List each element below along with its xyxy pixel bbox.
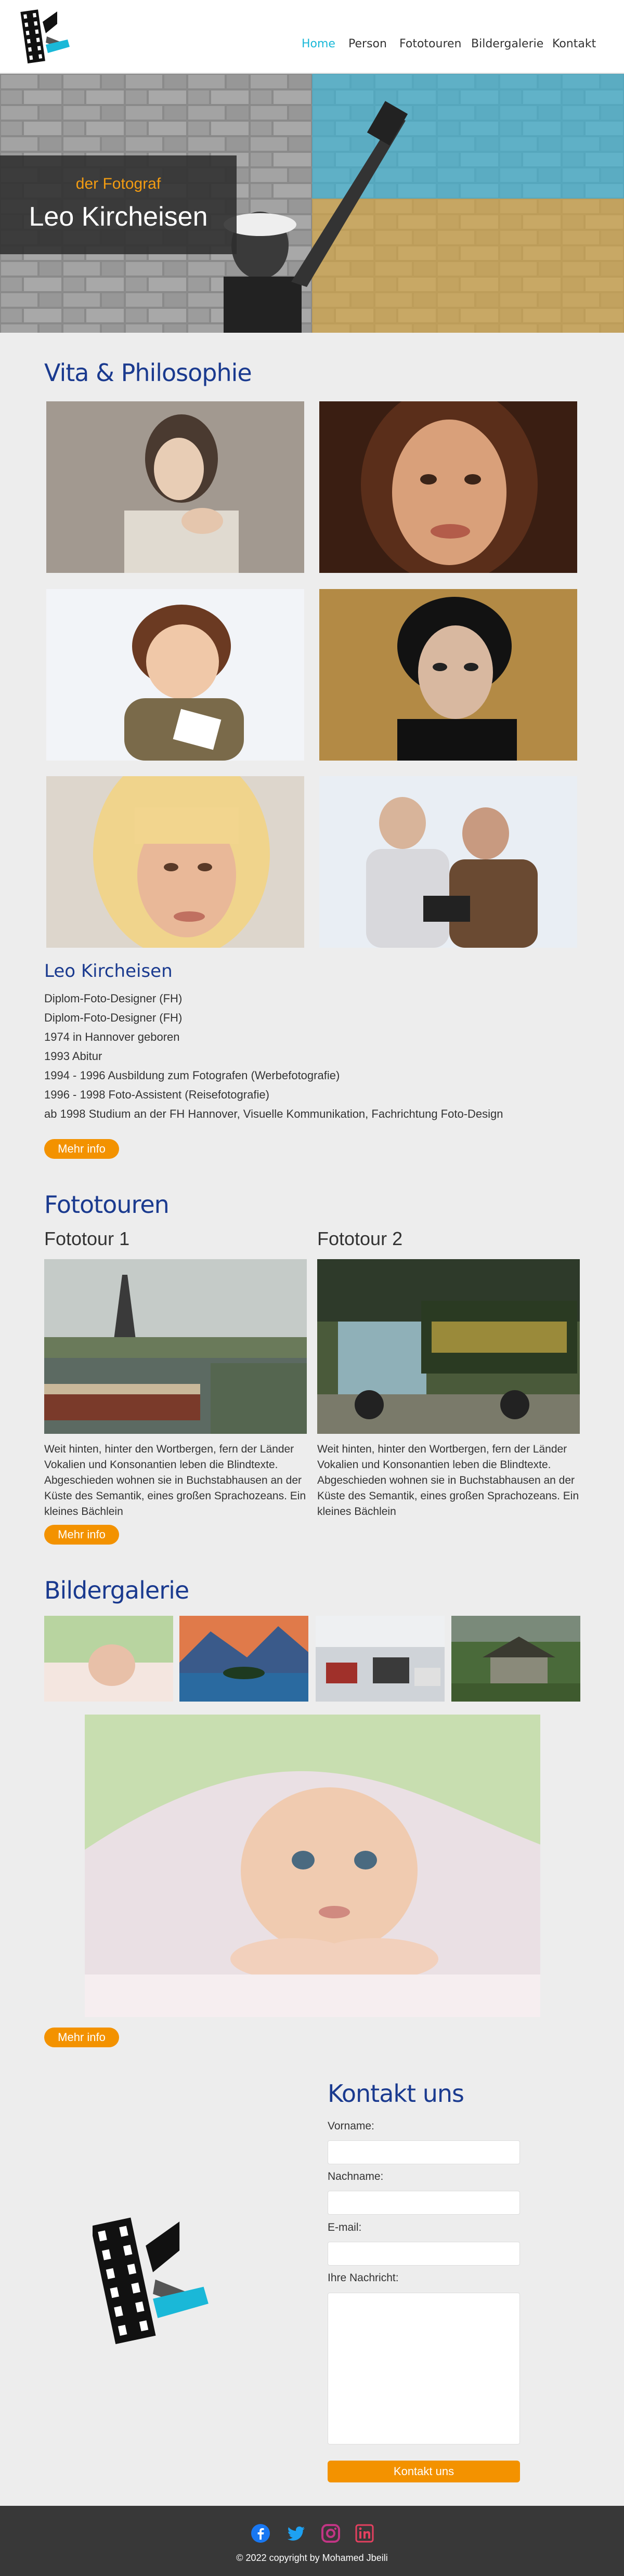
gallery-thumb-3[interactable] (316, 1616, 445, 1702)
vita-photo-1 (46, 401, 304, 573)
nav-home[interactable]: Home (302, 37, 335, 50)
gallery-thumb-1[interactable] (44, 1616, 173, 1702)
firstname-field[interactable] (328, 2140, 520, 2164)
tour-2-photo[interactable] (317, 1259, 580, 1434)
twitter-icon[interactable] (287, 2524, 306, 2543)
hero-subtitle: der Fotograf (75, 175, 161, 192)
vita-photo-6 (319, 776, 577, 948)
bio-line: 1993 Abitur (44, 1050, 102, 1063)
bio-line: ab 1998 Studium an der FH Hannover, Visu… (44, 1107, 503, 1120)
nav-person[interactable]: Person (348, 37, 387, 50)
vita-heading: Vita & Philosophie (44, 359, 252, 387)
message-label: Ihre Nachricht: (328, 2272, 399, 2284)
contact-heading: Kontakt uns (328, 2080, 464, 2108)
tour-2-title: Fototour 2 (317, 1228, 403, 1249)
bio-list: Diplom-Foto-Designer (FH) Diplom-Foto-De… (44, 989, 512, 1123)
tour-1-title: Fototour 1 (44, 1228, 130, 1249)
vita-photo-5 (46, 776, 304, 948)
hero-title: Leo Kircheisen (29, 202, 208, 232)
lastname-field[interactable] (328, 2191, 520, 2215)
tour-1-text: Weit hinten, hinter den Wortbergen, fern… (44, 1443, 306, 1518)
instagram-icon[interactable] (321, 2524, 340, 2543)
copyright-text: © 2022 copyright by Mohamed Jbeili (236, 2553, 388, 2563)
nav-bildergalerie[interactable]: Bildergalerie (471, 37, 543, 50)
tours-heading: Fototouren (44, 1191, 170, 1219)
vita-photo-3 (46, 589, 304, 761)
bio-line: 1994 - 1996 Ausbildung zum Fotografen (W… (44, 1069, 340, 1082)
bio-line: 1996 - 1998 Foto-Assistent (Reisefotogra… (44, 1088, 269, 1101)
facebook-icon[interactable] (251, 2524, 270, 2543)
firstname-label: Vorname: (328, 2120, 374, 2132)
tour-1-photo[interactable] (44, 1259, 307, 1434)
hero-banner: der Fotograf Leo Kircheisen (0, 74, 624, 333)
gallery-thumb-2[interactable] (179, 1616, 308, 1702)
message-textarea[interactable] (328, 2293, 520, 2444)
vita-photo-4 (319, 589, 577, 761)
gallery-featured-photo[interactable] (85, 1715, 540, 2017)
lastname-label: Nachname: (328, 2170, 384, 2182)
site-footer: © 2022 copyright by Mohamed Jbeili (0, 2506, 624, 2576)
tours-more-button[interactable]: Mehr info (44, 1525, 119, 1545)
contact-submit-button[interactable]: Kontakt uns (328, 2461, 520, 2482)
email-label: E-mail: (328, 2221, 362, 2233)
bio-line: 1974 in Hannover geboren (44, 1030, 180, 1043)
bio-line: Diplom-Foto-Designer (FH) (44, 992, 183, 1005)
photographer-name: Leo Kircheisen (44, 961, 173, 982)
gallery-more-button[interactable]: Mehr info (44, 2028, 119, 2047)
gallery-heading: Bildergalerie (44, 1576, 189, 1604)
vita-photo-2 (319, 401, 577, 573)
hero-caption: der Fotograf Leo Kircheisen (0, 155, 237, 254)
email-field[interactable] (328, 2242, 520, 2266)
tour-2-text: Weit hinten, hinter den Wortbergen, fern… (317, 1443, 579, 1518)
contact-logo-icon (93, 2209, 228, 2345)
nav-fototouren[interactable]: Fototouren (399, 37, 462, 50)
vita-more-button[interactable]: Mehr info (44, 1139, 119, 1159)
gallery-thumb-4[interactable] (451, 1616, 580, 1702)
main-nav: Home Person Fototouren Bildergalerie Kon… (0, 37, 624, 58)
nav-kontakt[interactable]: Kontakt (552, 37, 596, 50)
linkedin-icon[interactable] (355, 2524, 374, 2543)
bio-line: Diplom-Foto-Designer (FH) (44, 1011, 183, 1024)
site-header: Home Person Fototouren Bildergalerie Kon… (0, 0, 624, 74)
